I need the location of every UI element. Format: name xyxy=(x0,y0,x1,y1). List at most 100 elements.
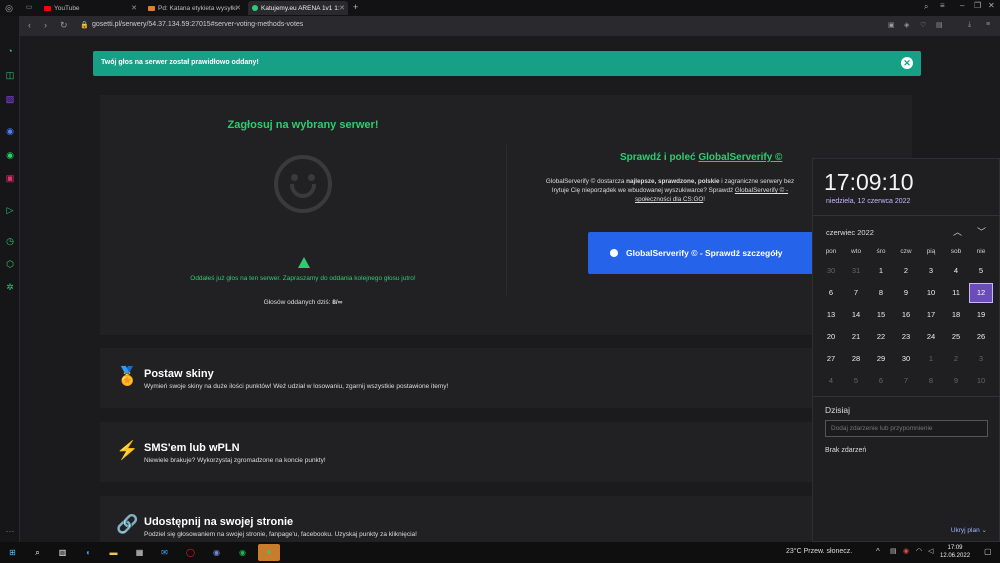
maximize-icon[interactable]: ❐ xyxy=(974,1,981,10)
calendar-day[interactable]: 4 xyxy=(944,261,968,281)
tab-youtube[interactable]: YouTube ✕ xyxy=(40,1,140,15)
calendar-day[interactable]: 1 xyxy=(919,349,943,369)
calendar-day[interactable]: 8 xyxy=(919,371,943,391)
gosetti-app-icon[interactable]: ✦ xyxy=(258,544,280,561)
menu-icon[interactable]: ≡ xyxy=(940,1,945,10)
calendar-day[interactable]: 9 xyxy=(944,371,968,391)
calendar-day[interactable]: 20 xyxy=(819,327,843,347)
calendar-day[interactable]: 14 xyxy=(844,305,868,325)
calendar-day[interactable]: 16 xyxy=(894,305,918,325)
download-icon[interactable]: ⤓ xyxy=(968,21,971,29)
forward-icon[interactable]: › xyxy=(44,20,47,30)
calendar-day[interactable]: 8 xyxy=(869,283,893,303)
discord-icon[interactable]: ◉ xyxy=(210,546,223,559)
close-tab-icon[interactable]: ✕ xyxy=(235,4,241,12)
tab-katujemy[interactable]: Katujemy.eu ARENA 1v1 1: ✕ xyxy=(248,1,348,15)
calendar-day[interactable]: 31 xyxy=(844,261,868,281)
twitch-icon[interactable]: ▧ xyxy=(5,94,15,104)
minimize-icon[interactable]: – xyxy=(960,1,964,10)
gs-details-button[interactable]: GlobalServerify © - Sprawdź szczegóły xyxy=(588,232,828,274)
search-tabs-icon[interactable]: ⌕ xyxy=(924,2,928,12)
opera-icon[interactable]: ◯ xyxy=(184,546,197,559)
instagram-icon[interactable]: ▣ xyxy=(5,173,15,183)
gs-desc-link[interactable]: społeczności dla CS:GO xyxy=(635,196,703,203)
calendar-day[interactable]: 2 xyxy=(944,349,968,369)
calendar-day[interactable]: 27 xyxy=(819,349,843,369)
clock-date[interactable]: niedziela, 12 czerwca 2022 xyxy=(826,198,910,205)
close-window-icon[interactable]: ✕ xyxy=(988,1,995,10)
chevron-up-icon[interactable]: ︿ xyxy=(953,225,962,238)
toast-close-icon[interactable]: ✕ xyxy=(901,57,913,69)
settings-gear-icon[interactable]: ✲ xyxy=(5,282,15,292)
more-icon[interactable]: ⋯ xyxy=(5,526,15,536)
chevron-down-icon[interactable]: ﹀ xyxy=(977,225,986,238)
wifi-icon[interactable]: ◠ xyxy=(916,547,922,555)
close-tab-icon[interactable]: ✕ xyxy=(131,4,137,12)
calendar-day[interactable]: 6 xyxy=(819,283,843,303)
calendar-day[interactable]: 25 xyxy=(944,327,968,347)
calendar-day[interactable]: 17 xyxy=(919,305,943,325)
calendar-day[interactable]: 10 xyxy=(969,371,993,391)
calendar-day[interactable]: 5 xyxy=(844,371,868,391)
calendar-day[interactable]: 6 xyxy=(869,371,893,391)
calendar-day[interactable]: 5 xyxy=(969,261,993,281)
search-icon[interactable]: ⌕ xyxy=(31,546,44,559)
shopping-bag-icon[interactable]: ◫ xyxy=(5,70,15,80)
calendar-day[interactable]: 10 xyxy=(919,283,943,303)
calendar-day[interactable]: 9 xyxy=(894,283,918,303)
calendar-day[interactable]: 24 xyxy=(919,327,943,347)
feature-card-skins[interactable]: 🏅 Postaw skiny Wymień swoje skiny na duż… xyxy=(100,348,812,408)
calendar-day[interactable]: 30 xyxy=(819,261,843,281)
gs-desc-link[interactable]: GlobalServerify © - xyxy=(735,187,788,194)
calendar-day[interactable]: 22 xyxy=(869,327,893,347)
calendar-day[interactable]: 26 xyxy=(969,327,993,347)
back-icon[interactable]: ‹ xyxy=(28,20,31,30)
task-view-icon[interactable]: ▥ xyxy=(56,546,69,559)
heart-icon[interactable]: ♡ xyxy=(920,21,926,29)
feature-card-share[interactable]: 🔗 Udostępnij na swojej stronie Podziel s… xyxy=(100,496,812,542)
calendar-month[interactable]: czerwiec 2022 xyxy=(826,228,874,237)
calendar-day[interactable]: 13 xyxy=(819,305,843,325)
close-tab-icon[interactable]: ✕ xyxy=(339,4,345,12)
calendar-day[interactable]: 3 xyxy=(919,261,943,281)
edge-icon[interactable]: ◐ xyxy=(82,546,95,559)
settings-icon[interactable]: ≡ xyxy=(986,21,990,28)
gs-title-link[interactable]: GlobalServerify © xyxy=(698,152,782,163)
file-explorer-icon[interactable]: ▬ xyxy=(107,546,120,559)
url-field[interactable]: gosetti.pl/serwery/54.37.134.59:27015#se… xyxy=(92,21,303,28)
camera-icon[interactable]: ▣ xyxy=(888,21,895,29)
calendar-day[interactable]: 2 xyxy=(894,261,918,281)
calendar-day[interactable]: 1 xyxy=(869,261,893,281)
opera-logo-icon[interactable]: ◎ xyxy=(4,3,14,13)
chevron-up-icon[interactable]: ^ xyxy=(876,547,880,556)
whatsapp-icon[interactable]: ◉ xyxy=(5,150,15,160)
new-tab-button[interactable]: + xyxy=(353,2,358,12)
calendar-day[interactable]: 7 xyxy=(844,283,868,303)
hide-plan-link[interactable]: Ukryj plan ⌄ xyxy=(951,526,987,534)
add-event-input[interactable] xyxy=(825,420,988,437)
shield-icon[interactable]: ◈ xyxy=(904,21,909,29)
calendar-day[interactable]: 19 xyxy=(969,305,993,325)
calendar-day[interactable]: 4 xyxy=(819,371,843,391)
history-icon[interactable]: ◷ xyxy=(5,236,15,246)
calendar-day[interactable]: 15 xyxy=(869,305,893,325)
calendar-day[interactable]: 18 xyxy=(944,305,968,325)
speed-dial-icon[interactable]: ◔ xyxy=(5,46,15,56)
store-icon[interactable]: ▦ xyxy=(133,546,146,559)
calendar-day[interactable]: 21 xyxy=(844,327,868,347)
player-icon[interactable]: ▷ xyxy=(5,205,15,215)
reload-icon[interactable]: ↻ xyxy=(60,20,68,31)
volume-icon[interactable]: ◁ xyxy=(928,547,933,555)
calendar-day[interactable]: 7 xyxy=(894,371,918,391)
feature-card-sms[interactable]: ⚡ SMS'em lub wPLN Niewiele brakuje? Wyko… xyxy=(100,422,812,482)
calendar-day[interactable]: 23 xyxy=(894,327,918,347)
calendar-day[interactable]: 30 xyxy=(894,349,918,369)
weather-widget[interactable]: 23°C Przew. słonecz. xyxy=(786,548,852,555)
tab-katana[interactable]: Pd: Katana etykieta wysyłki ✕ xyxy=(144,1,244,15)
messenger-icon[interactable]: ◉ xyxy=(5,126,15,136)
cube-icon[interactable]: ⬡ xyxy=(5,259,15,269)
security-icon[interactable]: ◉ xyxy=(903,547,909,555)
calendar-day[interactable]: 29 xyxy=(869,349,893,369)
spotify-icon[interactable]: ◉ xyxy=(236,546,249,559)
calendar-day-today[interactable]: 12 xyxy=(969,283,993,303)
